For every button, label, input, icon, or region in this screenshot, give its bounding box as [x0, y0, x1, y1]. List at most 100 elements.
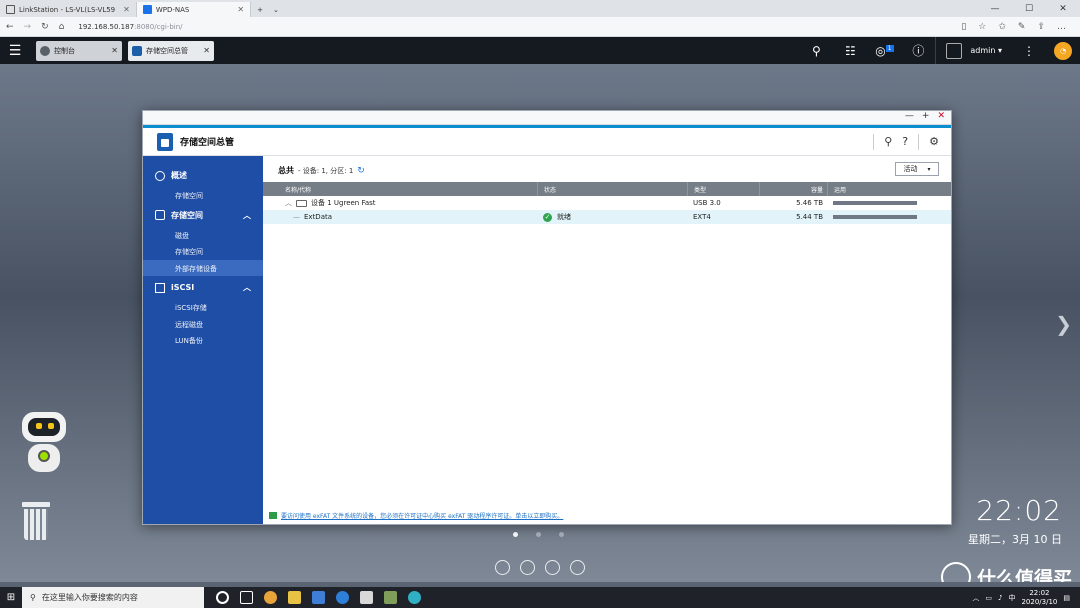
- column-header-name[interactable]: 名称/代称: [263, 185, 537, 194]
- chrome-icon[interactable]: [264, 591, 277, 604]
- task-view-icon[interactable]: [240, 591, 253, 604]
- menu-icon[interactable]: ☰: [0, 43, 30, 59]
- window-controls: — ☐ ✕: [978, 0, 1080, 17]
- tray-chevron-icon[interactable]: ︿: [972, 593, 979, 603]
- dashboard-icon[interactable]: ◔: [1054, 41, 1072, 60]
- action-center-icon[interactable]: ▤: [1063, 594, 1070, 602]
- chevron-up-icon[interactable]: ︿: [243, 282, 251, 293]
- volume-icon[interactable]: ♪: [998, 594, 1002, 602]
- search-tool-icon[interactable]: ⚲: [884, 135, 892, 148]
- qts-tab-label: 存储空间总管: [146, 46, 188, 55]
- qts-tab-storage-manager[interactable]: 存储空间总管 ✕: [128, 40, 214, 61]
- gear-icon[interactable]: ⚙: [929, 135, 939, 148]
- column-header-status[interactable]: 状态: [537, 182, 687, 196]
- maximize-icon[interactable]: +: [922, 111, 930, 121]
- user-menu[interactable]: admin ▾: [935, 37, 1012, 64]
- minimize-icon[interactable]: —: [905, 111, 914, 121]
- browser-tab-linkstation[interactable]: LinkStation - LS-VL(LS-VL59 ✕: [0, 2, 137, 17]
- close-icon[interactable]: ✕: [111, 46, 118, 55]
- sidebar-section-overview[interactable]: 概述: [143, 164, 263, 187]
- sidebar: 概述 存储空间 存储空间 ︿ 磁盘 存储空间 外部存储设备 iSCSI ︿ iS…: [143, 156, 263, 524]
- taskbar-search[interactable]: ⚲ 在这里输入你要搜索的内容: [22, 587, 204, 608]
- refresh-icon[interactable]: ↻: [357, 166, 365, 176]
- sidebar-item-remote-disk[interactable]: 远程磁盘: [143, 316, 263, 333]
- home-icon[interactable]: ⌂: [59, 22, 65, 32]
- browser-tab-strip: LinkStation - LS-VL(LS-VL59 ✕ WPD-NAS ✕ …: [0, 0, 1080, 17]
- url-field[interactable]: 192.168.50.187:8080/cgi-bin/: [74, 20, 951, 34]
- reading-view-icon[interactable]: ▯: [961, 22, 966, 32]
- folder-icon[interactable]: [288, 591, 301, 604]
- close-icon[interactable]: ✕: [123, 5, 130, 14]
- dock-icon[interactable]: [495, 560, 510, 575]
- robot-assistant-icon[interactable]: [18, 412, 74, 482]
- background-tasks-icon[interactable]: ☷: [833, 44, 867, 58]
- page-dot[interactable]: [536, 532, 541, 537]
- sidebar-item-lun-backup[interactable]: LUN备份: [143, 332, 263, 349]
- sidebar-section-iscsi[interactable]: iSCSI ︿: [143, 276, 263, 299]
- username: admin ▾: [970, 46, 1002, 55]
- store-icon[interactable]: [360, 591, 373, 604]
- chevron-right-icon[interactable]: ❯: [1055, 312, 1072, 336]
- notification-badge: 1: [885, 44, 894, 52]
- close-window-icon[interactable]: ✕: [1046, 0, 1080, 17]
- sidebar-item-disks[interactable]: 磁盘: [143, 227, 263, 244]
- column-header-type[interactable]: 类型: [687, 182, 759, 196]
- pen-icon[interactable]: ✎: [1018, 22, 1026, 32]
- chevron-down-icon[interactable]: ⌄: [273, 6, 279, 14]
- network-icon[interactable]: ▭: [985, 594, 992, 602]
- favorite-star-icon[interactable]: ☆: [978, 22, 986, 32]
- table-header: 名称/代称 状态 类型 容量 运用: [263, 182, 951, 196]
- minimize-icon[interactable]: —: [978, 0, 1012, 17]
- more-icon[interactable]: ⋮: [1012, 44, 1046, 58]
- trash-icon[interactable]: [22, 502, 50, 540]
- dock-icon[interactable]: [570, 560, 585, 575]
- close-icon[interactable]: ✕: [937, 111, 945, 121]
- search-icon[interactable]: ⚲: [799, 44, 833, 58]
- refresh-icon[interactable]: ↻: [41, 22, 49, 32]
- cortana-icon[interactable]: [216, 591, 229, 604]
- ime-icon[interactable]: 中: [1008, 593, 1015, 603]
- info-icon[interactable]: ⓘ: [901, 42, 935, 59]
- maximize-icon[interactable]: ☐: [1012, 0, 1046, 17]
- qfinder-icon[interactable]: [408, 591, 421, 604]
- close-icon[interactable]: ✕: [203, 46, 210, 55]
- chevron-up-icon[interactable]: ︿: [243, 210, 251, 221]
- table-row[interactable]: ︿ 设备 1 Ugreen Fast USB 3.0 5.46 TB: [263, 196, 951, 210]
- help-icon[interactable]: ?: [902, 135, 908, 148]
- storage-manager-window: — + ✕ 存储空间总管 ⚲ ? ⚙ 概述 存储空间 存储空间 ︿ 磁盘 存储空…: [142, 110, 952, 525]
- sidebar-item-iscsi-storage[interactable]: iSCSI存储: [143, 299, 263, 316]
- exfat-license-link[interactable]: 要访问使用 exFAT 文件系统的设备，您必须在许可证中心购买 exFAT 驱动…: [269, 511, 563, 520]
- mail-icon[interactable]: [312, 591, 325, 604]
- clock-date: 星期二，3月 10 日: [968, 533, 1062, 546]
- usage-bar: [833, 201, 917, 205]
- column-header-usage[interactable]: 运用: [827, 182, 951, 196]
- taskbar-clock[interactable]: 22:02 2020/3/10: [1021, 589, 1057, 607]
- notifications-icon[interactable]: ◎ 1: [867, 44, 901, 58]
- table-row[interactable]: — ExtData ✓ 就绪 EXT4 5.44 TB: [263, 210, 951, 224]
- qts-tab-control-panel[interactable]: 控制台 ✕: [36, 40, 122, 61]
- sidebar-item-storage-space[interactable]: 存储空间: [143, 187, 263, 204]
- app-icon[interactable]: [384, 591, 397, 604]
- new-tab-button[interactable]: + ⌄: [251, 2, 285, 17]
- more-icon[interactable]: …: [1057, 22, 1066, 32]
- share-icon[interactable]: ⇪: [1037, 22, 1045, 32]
- back-icon[interactable]: ←: [6, 22, 14, 32]
- usb-drive-icon: [296, 199, 307, 207]
- sidebar-item-storage-pool[interactable]: 存储空间: [143, 243, 263, 260]
- edge-icon[interactable]: [336, 591, 349, 604]
- page-dot[interactable]: [513, 532, 518, 537]
- favorites-icon[interactable]: ✩: [998, 22, 1006, 32]
- sidebar-item-external-devices[interactable]: 外部存储设备: [143, 259, 263, 276]
- windows-start-icon[interactable]: ⊞: [0, 592, 22, 603]
- dock-icon[interactable]: [520, 560, 535, 575]
- chevron-up-icon[interactable]: ︿: [285, 198, 292, 208]
- sidebar-section-storage[interactable]: 存储空间 ︿: [143, 204, 263, 227]
- dock-icon[interactable]: [545, 560, 560, 575]
- column-header-capacity[interactable]: 容量: [759, 182, 827, 196]
- page-dot[interactable]: [559, 532, 564, 537]
- close-icon[interactable]: ✕: [237, 5, 244, 14]
- watermark-text: 什么值得买: [976, 567, 1072, 583]
- forward-icon[interactable]: →: [24, 22, 32, 32]
- action-dropdown[interactable]: 活动 ▾: [895, 162, 939, 176]
- browser-tab-wpd-nas[interactable]: WPD-NAS ✕: [136, 2, 252, 17]
